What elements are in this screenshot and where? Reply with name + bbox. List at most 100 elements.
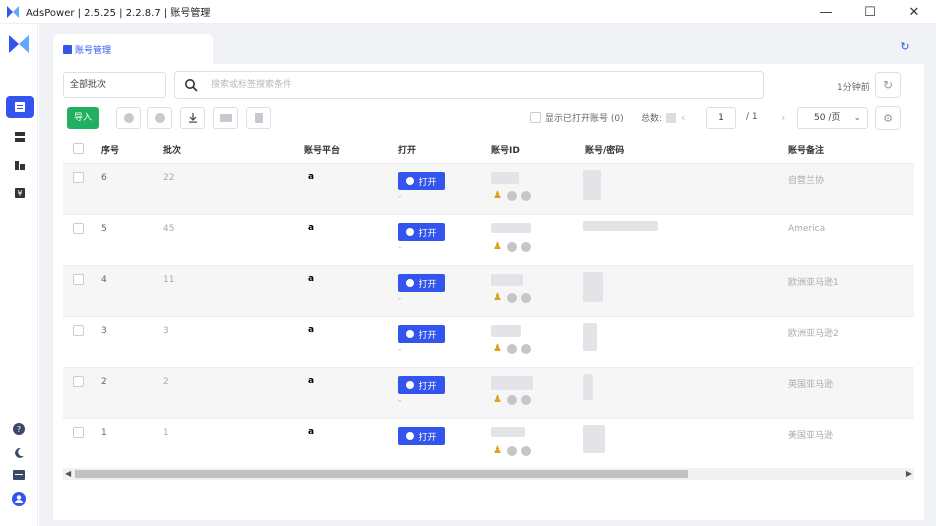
table-row[interactable]: 2 2 a 打开 - ♟ 英国亚马逊: [63, 368, 914, 419]
row-sub-status: -: [398, 294, 402, 304]
tool-button-4[interactable]: [213, 107, 238, 129]
horizontal-scrollbar[interactable]: ◀ ▶: [63, 468, 914, 480]
status-dot-icon: [507, 344, 517, 354]
tab-label: 账号管理: [75, 45, 112, 56]
table-row[interactable]: 4 11 a 打开 - ♟ 欧洲亚马逊1: [63, 266, 914, 317]
last-refresh-label: 1分钟前: [837, 83, 870, 93]
messages-button[interactable]: [12, 468, 26, 482]
refresh-icon[interactable]: ↻: [898, 40, 912, 54]
row-index: 2: [101, 377, 107, 387]
tab-account-management[interactable]: 账号管理: [53, 34, 213, 64]
refresh-button[interactable]: ↻: [875, 72, 901, 98]
table-row[interactable]: 6 22 a 打开 - ♟ 自营兰协: [63, 164, 914, 215]
row-note: America: [788, 224, 826, 234]
open-button[interactable]: 打开: [398, 427, 445, 445]
page-input[interactable]: 1: [706, 107, 736, 129]
show-open-toggle[interactable]: 显示已打开账号 (0): [530, 111, 624, 124]
table-row[interactable]: 5 45 a 打开 - ♟ America: [63, 215, 914, 266]
sidebar-item-list[interactable]: [6, 126, 34, 148]
open-button[interactable]: 打开: [398, 325, 445, 343]
row-checkbox[interactable]: [73, 172, 84, 183]
row-checkbox[interactable]: [73, 223, 84, 234]
search-input[interactable]: [211, 76, 751, 94]
import-button[interactable]: 导入: [67, 107, 99, 129]
row-sub-status: -: [398, 396, 402, 406]
select-all-checkbox[interactable]: [73, 143, 84, 154]
account-id-redacted: [491, 427, 525, 437]
account-password-redacted: [583, 323, 597, 351]
row-batch: 11: [163, 275, 175, 285]
open-label: 打开: [418, 228, 437, 239]
row-batch: 45: [163, 224, 175, 234]
delete-button[interactable]: [246, 107, 271, 129]
open-button[interactable]: 打开: [398, 376, 445, 394]
row-batch: 2: [163, 377, 169, 387]
open-button[interactable]: 打开: [398, 274, 445, 292]
accounts-table: 序号 批次 账号平台 打开 账号ID 账号/密码 账号备注 6 22 a 打开 - ♟ 自营…: [63, 134, 914, 468]
open-button[interactable]: 打开: [398, 172, 445, 190]
tab-strip: 账号管理 ↻: [39, 24, 936, 64]
sidebar: ¥ ?: [0, 24, 38, 526]
account-status-icons: ♟: [493, 344, 531, 354]
row-note: 自营兰协: [788, 176, 825, 186]
page-total: / 1: [746, 112, 758, 122]
close-button[interactable]: ✕: [892, 0, 936, 24]
status-dot-icon: [521, 191, 531, 201]
row-checkbox[interactable]: [73, 376, 84, 387]
page-size-select[interactable]: 50 /页 ⌄: [797, 107, 868, 129]
account-id-redacted: [491, 274, 523, 286]
tool-button-1[interactable]: [116, 107, 141, 129]
row-checkbox[interactable]: [73, 427, 84, 438]
next-page-button[interactable]: ›: [781, 111, 785, 124]
theme-toggle[interactable]: [12, 446, 26, 460]
window-title: AdsPower | 2.5.25 | 2.2.8.7 | 账号管理: [26, 8, 211, 19]
status-dot-icon: [521, 446, 531, 456]
user-button[interactable]: [12, 492, 26, 506]
settings-button[interactable]: ⚙: [875, 106, 901, 130]
sidebar-item-accounts[interactable]: [6, 96, 34, 118]
open-button[interactable]: 打开: [398, 223, 445, 241]
row-index: 6: [101, 173, 107, 183]
batch-select[interactable]: 全部批次: [63, 72, 166, 98]
amazon-icon: a: [308, 325, 315, 335]
status-dot-icon: [507, 293, 517, 303]
table-row[interactable]: 1 1 a 打开 ♟ 美国亚马逊: [63, 419, 914, 468]
person-icon: ♟: [493, 445, 502, 456]
trash-icon: [254, 113, 263, 123]
row-note: 欧洲亚马逊1: [788, 278, 839, 288]
download-button[interactable]: [180, 107, 205, 129]
header-account-id: 账号ID: [491, 146, 520, 156]
scroll-right-icon[interactable]: ▶: [906, 469, 912, 478]
open-icon: [406, 381, 415, 389]
status-dot-icon: [521, 395, 531, 405]
row-checkbox[interactable]: [73, 325, 84, 336]
search-box[interactable]: [174, 71, 764, 99]
minimize-button[interactable]: —: [804, 0, 848, 24]
prev-page-button[interactable]: ‹: [681, 111, 685, 124]
user-icon: [12, 492, 26, 506]
account-status-icons: ♟: [493, 242, 531, 252]
show-open-checkbox[interactable]: [530, 112, 541, 123]
status-dot-icon: [521, 344, 531, 354]
help-button[interactable]: ?: [12, 422, 26, 436]
moon-icon: [15, 447, 24, 458]
scrollbar-thumb[interactable]: [75, 470, 688, 478]
billing-icon: ¥: [15, 188, 25, 198]
open-label: 打开: [418, 279, 437, 290]
open-label: 打开: [418, 432, 437, 443]
tool-button-2[interactable]: [147, 107, 172, 129]
svg-text:¥: ¥: [17, 189, 22, 198]
row-checkbox[interactable]: [73, 274, 84, 285]
account-password-redacted: [583, 170, 601, 200]
total-label: 总数:: [641, 114, 663, 124]
person-icon: ♟: [493, 241, 502, 252]
sidebar-item-chart[interactable]: [6, 154, 34, 176]
table-row[interactable]: 3 3 a 打开 - ♟ 欧洲亚马逊2: [63, 317, 914, 368]
search-icon: [185, 79, 198, 92]
account-password-redacted: [583, 272, 603, 302]
download-icon: [188, 113, 197, 123]
scroll-left-icon[interactable]: ◀: [65, 469, 71, 478]
show-open-label: 显示已打开账号 (0): [545, 114, 624, 124]
maximize-button[interactable]: ☐: [848, 0, 892, 24]
sidebar-item-billing[interactable]: ¥: [6, 182, 34, 204]
